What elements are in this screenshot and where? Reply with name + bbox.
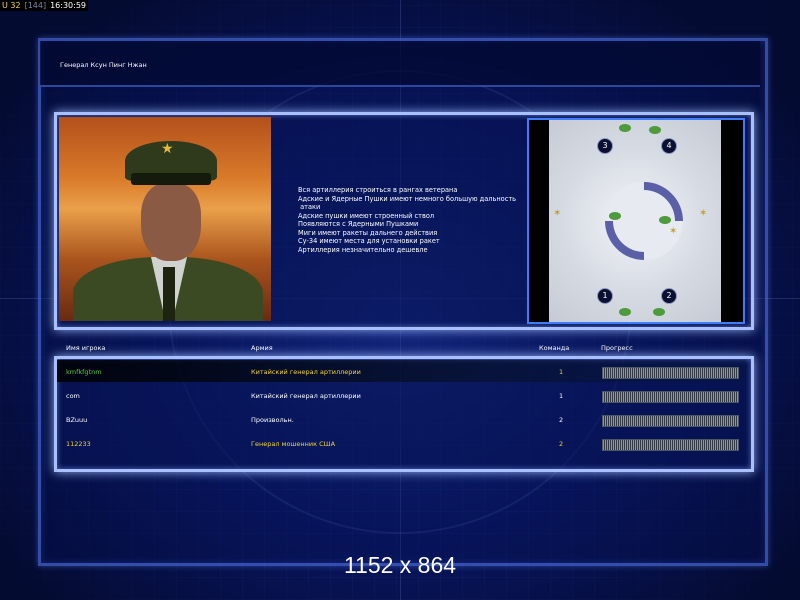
tree-icon	[653, 308, 665, 316]
col-header-army: Армия	[251, 344, 273, 352]
status-count: [144]	[24, 1, 47, 10]
general-portrait: ★	[59, 117, 271, 321]
briefing-line: Су-34 имеют места для установки ракет	[298, 237, 440, 245]
tree-icon	[609, 212, 621, 220]
briefing-line: Артиллерия незначительно дешевле	[298, 245, 428, 254]
page-title: Генерал Ксун Пинг Нжан	[60, 61, 147, 69]
spawn-marker: 2	[661, 288, 677, 304]
briefing-line: атаки	[298, 203, 321, 211]
player-team: 1	[559, 392, 564, 400]
star-icon: ✶	[553, 208, 562, 219]
portrait-face	[141, 183, 201, 261]
col-header-team: Команда	[539, 344, 570, 352]
map-center-crater	[588, 165, 700, 277]
briefing-line: Появляются с Ядерными Пушками	[298, 220, 419, 228]
star-icon: ✶	[669, 226, 678, 237]
player-name: kmfkfgtnm	[66, 368, 102, 376]
status-bar: U 32 [144] 16:30:59	[0, 0, 89, 11]
cap-star-icon: ★	[161, 141, 174, 157]
col-header-progress: Прогресс	[601, 344, 633, 352]
title-bar	[40, 41, 760, 87]
star-icon: ✶	[699, 208, 708, 219]
portrait-cap-band	[131, 173, 211, 185]
briefing-text: Вся артиллерия строиться в рангах ветера…	[298, 186, 518, 254]
briefing-line: Адские пушки имеют строенный ствол	[298, 211, 435, 220]
player-name: BZuuu	[66, 416, 88, 424]
player-team: 2	[559, 440, 564, 448]
tree-icon	[649, 126, 661, 134]
player-team: 2	[559, 416, 564, 424]
player-army: Китайский генерал артиллерии	[251, 392, 361, 400]
tree-icon	[619, 308, 631, 316]
status-u-label: U 32	[2, 1, 21, 10]
player-name: com	[66, 392, 80, 400]
col-header-player: Имя игрока	[66, 344, 106, 352]
player-progress-bar	[602, 391, 739, 403]
map-preview: 3 4 1 2 ✶ ✶ ✶	[527, 118, 745, 324]
spawn-marker: 1	[597, 288, 613, 304]
status-time: 16:30:59	[50, 1, 87, 10]
tree-icon	[659, 216, 671, 224]
player-progress-bar	[602, 439, 739, 451]
player-name: 112233	[66, 440, 91, 448]
player-team: 1	[559, 368, 564, 376]
briefing-line: Вся артиллерия строиться в рангах ветера…	[298, 186, 458, 194]
player-progress-bar	[602, 415, 739, 427]
portrait-tie	[163, 267, 175, 321]
player-army: Генерал мошенник США	[251, 440, 336, 448]
player-progress-bar	[602, 367, 739, 379]
resolution-label: 1152 x 864	[343, 552, 457, 578]
tree-icon	[619, 124, 631, 132]
spawn-marker: 4	[661, 138, 677, 154]
map-terrain: 3 4 1 2 ✶ ✶ ✶	[549, 120, 721, 322]
briefing-line: Миги имеют ракеты дальнего действия	[298, 228, 438, 237]
player-army: Китайский генерал артиллерии	[251, 368, 361, 376]
player-army: Произвольн.	[251, 416, 294, 424]
briefing-line: Адские и Ядерные Пушки имеют немного бол…	[298, 194, 517, 203]
spawn-marker: 3	[597, 138, 613, 154]
